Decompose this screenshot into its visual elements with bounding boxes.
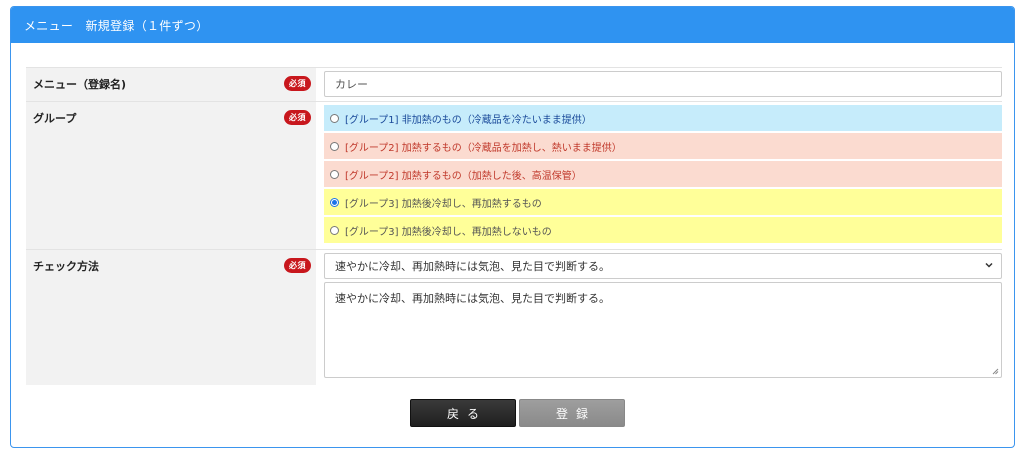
required-badge: 必須 — [284, 110, 311, 125]
chevron-down-icon — [985, 262, 993, 268]
radio-unchecked-icon[interactable] — [330, 113, 339, 123]
registration-form: メニュー（登録名) 必須 カレー グループ 必須 [グループ1] 非加熱のもの（… — [26, 67, 1002, 385]
form-panel: メニュー 新規登録（１件ずつ） メニュー（登録名) 必須 カレー グループ 必須… — [10, 6, 1015, 448]
group-label: グループ — [33, 112, 77, 125]
group-option-5[interactable]: [グループ3] 加熱後冷却し、再加熱しないもの — [324, 217, 1002, 243]
group-option-4[interactable]: [グループ3] 加熱後冷却し、再加熱するもの — [324, 189, 1002, 215]
group-option-label: [グループ2] 加熱するもの（冷蔵品を加熱し、熱いまま提供） — [345, 142, 622, 154]
check-method-row: チェック方法 必須 速やかに冷却、再加熱時には気泡、見た目で判断する。 速やかに… — [26, 249, 1002, 385]
group-options: [グループ1] 非加熱のもの（冷蔵品を冷たいまま提供） [グループ2] 加熱するも… — [316, 102, 1002, 249]
action-buttons: 戻る 登録 — [410, 399, 625, 427]
required-badge: 必須 — [284, 76, 311, 91]
check-method-value-cell: 速やかに冷却、再加熱時には気泡、見た目で判断する。 速やかに冷却、再加熱時には気… — [316, 250, 1002, 385]
group-option-label: [グループ2] 加熱するもの（加熱した後、高温保管） — [345, 170, 582, 182]
back-button[interactable]: 戻る — [410, 399, 516, 427]
menu-name-value-cell: カレー — [316, 68, 1002, 101]
menu-name-input-value: カレー — [335, 78, 368, 91]
check-method-textarea[interactable]: 速やかに冷却、再加熱時には気泡、見た目で判断する。 — [324, 282, 1002, 378]
menu-name-label: メニュー（登録名) — [33, 78, 127, 91]
group-row: グループ 必須 [グループ1] 非加熱のもの（冷蔵品を冷たいまま提供） [グループ… — [26, 101, 1002, 249]
radio-unchecked-icon[interactable] — [330, 169, 339, 179]
required-badge: 必須 — [284, 258, 311, 273]
group-option-1[interactable]: [グループ1] 非加熱のもの（冷蔵品を冷たいまま提供） — [324, 105, 1002, 131]
group-option-2[interactable]: [グループ2] 加熱するもの（冷蔵品を加熱し、熱いまま提供） — [324, 133, 1002, 159]
check-method-label-cell: チェック方法 必須 — [26, 250, 316, 385]
radio-checked-icon[interactable] — [330, 197, 339, 207]
group-option-label: [グループ1] 非加熱のもの（冷蔵品を冷たいまま提供） — [345, 114, 592, 126]
check-method-selected: 速やかに冷却、再加熱時には気泡、見た目で判断する。 — [335, 260, 610, 273]
group-option-label: [グループ3] 加熱後冷却し、再加熱するもの — [345, 198, 542, 210]
menu-name-label-cell: メニュー（登録名) 必須 — [26, 68, 316, 101]
submit-button[interactable]: 登録 — [519, 399, 625, 427]
menu-name-row: メニュー（登録名) 必須 カレー — [26, 67, 1002, 101]
check-method-select[interactable]: 速やかに冷却、再加熱時には気泡、見た目で判断する。 — [324, 253, 1002, 279]
group-label-cell: グループ 必須 — [26, 102, 316, 249]
check-method-label: チェック方法 — [33, 260, 99, 273]
radio-unchecked-icon[interactable] — [330, 225, 339, 235]
menu-name-input[interactable]: カレー — [324, 71, 1002, 97]
resize-handle-icon[interactable] — [992, 368, 999, 375]
radio-unchecked-icon[interactable] — [330, 141, 339, 151]
check-method-text: 速やかに冷却、再加熱時には気泡、見た目で判断する。 — [335, 292, 610, 305]
group-option-label: [グループ3] 加熱後冷却し、再加熱しないもの — [345, 226, 552, 238]
group-option-3[interactable]: [グループ2] 加熱するもの（加熱した後、高温保管） — [324, 161, 1002, 187]
panel-title: メニュー 新規登録（１件ずつ） — [11, 7, 1014, 43]
